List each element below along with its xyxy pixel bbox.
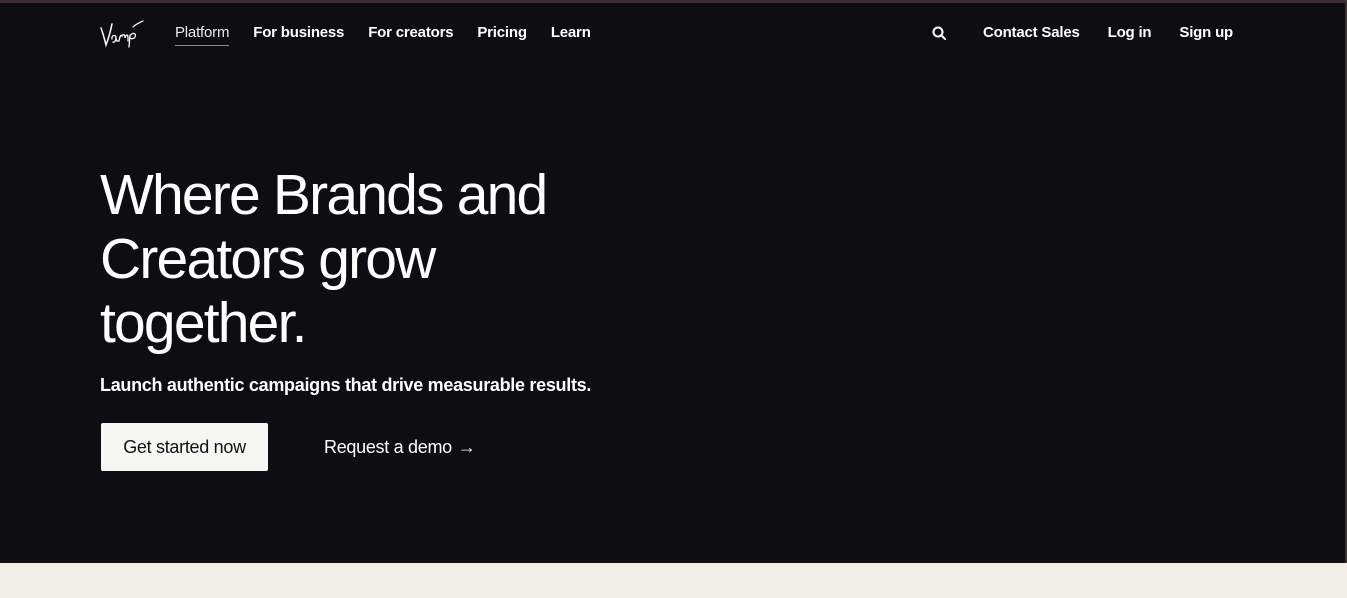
vamp-logo-icon <box>100 20 144 48</box>
request-demo-link[interactable]: Request a demo → <box>324 423 476 471</box>
nav-link-learn[interactable]: Learn <box>551 23 591 46</box>
sign-up-link[interactable]: Sign up <box>1179 23 1233 43</box>
hero-section: Platform For business For creators Prici… <box>0 0 1347 563</box>
headline-line-3: together. <box>100 291 307 355</box>
next-section-band <box>0 563 1347 598</box>
primary-nav-links: Platform For business For creators Prici… <box>175 23 615 46</box>
nav-link-platform[interactable]: Platform <box>175 23 229 46</box>
get-started-button[interactable]: Get started now <box>101 423 268 471</box>
contact-sales-link[interactable]: Contact Sales <box>983 23 1080 43</box>
search-icon <box>932 26 946 40</box>
nav-actions: Contact Sales Log in Sign up <box>931 23 1233 43</box>
nav-link-for-creators[interactable]: For creators <box>368 23 453 46</box>
vamp-logo[interactable] <box>99 19 145 49</box>
headline-line-1: Where Brands and <box>100 163 548 227</box>
nav-link-pricing[interactable]: Pricing <box>477 23 527 46</box>
hero-subheading: Launch authentic campaigns that drive me… <box>100 375 592 395</box>
arrow-right-icon: → <box>457 436 476 457</box>
search-button[interactable] <box>931 25 947 41</box>
hero-headline: Where Brands and Creators grow together. <box>100 163 660 355</box>
request-demo-label: Request a demo <box>324 436 452 457</box>
log-in-link[interactable]: Log in <box>1108 23 1152 43</box>
top-navigation: Platform For business For creators Prici… <box>0 3 1347 63</box>
nav-link-for-business[interactable]: For business <box>253 23 344 46</box>
headline-line-2: Creators grow <box>100 227 436 291</box>
